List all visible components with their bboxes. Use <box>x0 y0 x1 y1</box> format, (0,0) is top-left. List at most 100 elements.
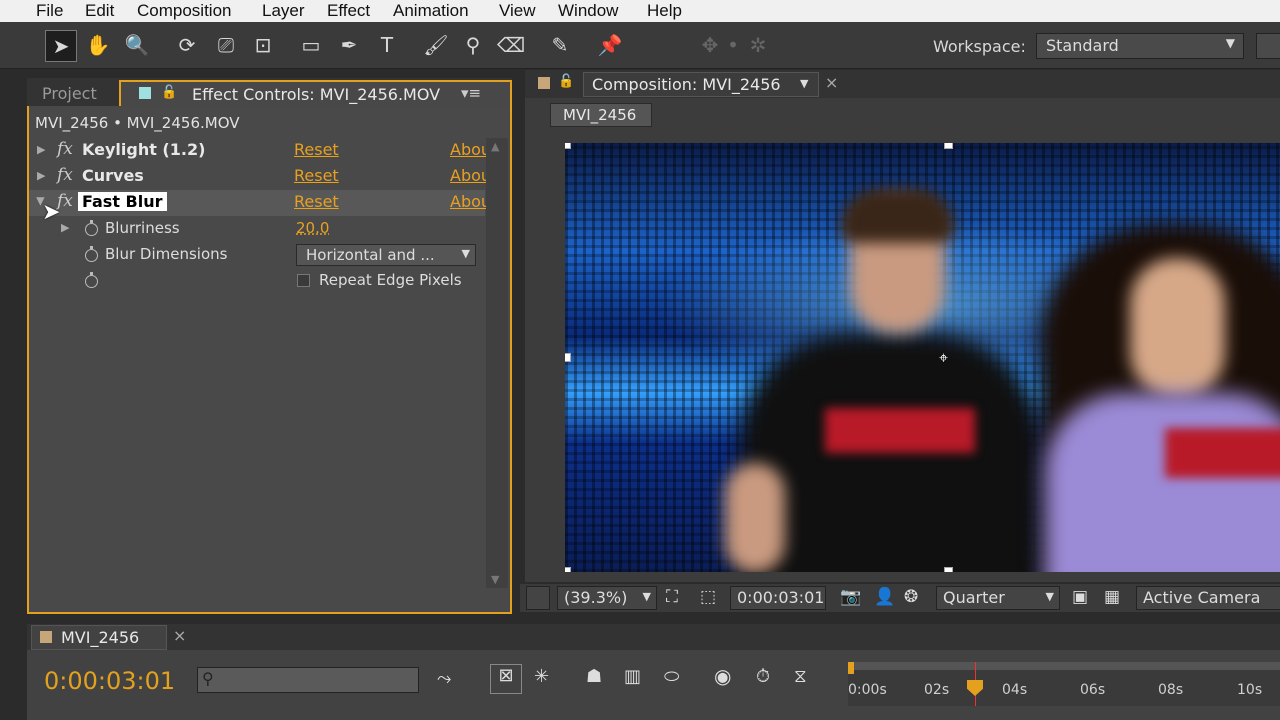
tab-effect-controls[interactable]: 🔓 Effect Controls: MVI_2456.MOV ▾≡ <box>119 80 512 106</box>
scroll-down-icon[interactable]: ▼ <box>491 573 499 586</box>
expand-triangle-icon[interactable]: ▶ <box>37 143 45 156</box>
zoom-tool-icon[interactable]: 🔍 <box>122 30 152 60</box>
comp-subtab[interactable]: MVI_2456 <box>550 103 652 127</box>
lock-icon[interactable]: 🔓 <box>161 85 177 100</box>
red-card-left <box>825 408 975 453</box>
rectangle-tool-icon[interactable]: ▭ <box>296 30 326 60</box>
effect-name[interactable]: Fast Blur <box>78 192 167 211</box>
anchor-point-icon[interactable]: ⌖ <box>939 348 948 368</box>
red-card-right <box>1165 428 1280 478</box>
stopwatch-icon[interactable] <box>85 246 98 262</box>
work-area-start-handle[interactable] <box>848 662 854 674</box>
menu-edit[interactable]: Edit <box>85 1 114 21</box>
camera-view-dropdown[interactable]: Active Camera <box>1136 586 1280 610</box>
reset-link[interactable]: Reset <box>294 192 339 211</box>
lock-icon[interactable]: 🔓 <box>558 74 574 89</box>
safe-zones-icon[interactable]: ⛶ <box>666 587 678 607</box>
menu-view[interactable]: View <box>499 1 536 21</box>
live-update-icon[interactable]: ⊠ <box>490 664 522 694</box>
time-ruler[interactable]: 0:00s 02s 04s 06s 08s 10s <box>848 662 1280 706</box>
channel-rgb-icon[interactable]: ❂ <box>904 587 918 607</box>
text-tool-icon[interactable]: T <box>372 30 402 60</box>
auto-keyframe-icon[interactable]: ⏱ <box>756 666 770 687</box>
effect-row-fast-blur[interactable]: ▶ fx Fast Blur Reset About... <box>29 190 486 216</box>
menu-window[interactable]: Window <box>558 1 618 21</box>
about-link[interactable]: About... <box>450 192 486 211</box>
hand-tool-icon[interactable]: ✋ <box>83 30 113 60</box>
tab-project[interactable]: Project <box>42 84 97 103</box>
transform-handle[interactable] <box>565 567 571 572</box>
graph-editor-icon[interactable]: ⧖ <box>794 666 807 687</box>
menu-file[interactable]: File <box>36 1 63 21</box>
figure-head-right <box>1130 258 1225 398</box>
clone-stamp-tool-icon[interactable]: ⚲ <box>458 30 488 60</box>
composition-viewer[interactable]: ⌖ <box>565 143 1280 572</box>
about-link[interactable]: About... <box>450 140 486 159</box>
transform-handle[interactable] <box>944 567 953 572</box>
transform-handle[interactable] <box>944 143 953 149</box>
menu-composition[interactable]: Composition <box>137 1 232 21</box>
comp-mini-flowchart-icon[interactable]: ⤳ <box>437 668 451 689</box>
timeline-tabs: MVI_2456 × <box>27 624 1280 650</box>
current-time-indicator-head[interactable] <box>967 680 983 696</box>
roto-brush-tool-icon[interactable]: ✎ <box>545 30 575 60</box>
search-help-icon[interactable] <box>1256 33 1280 59</box>
menu-animation[interactable]: Animation <box>393 1 469 21</box>
expand-triangle-icon[interactable]: ▶ <box>61 221 69 234</box>
magnification-dropdown[interactable]: (39.3%) ▼ <box>557 586 657 610</box>
pen-tool-icon[interactable]: ✒ <box>334 30 364 60</box>
blurriness-value[interactable]: 20.0 <box>296 219 329 237</box>
effect-row-curves[interactable]: ▶ fx Curves Reset About... <box>29 164 486 190</box>
draft-3d-icon[interactable]: ✳ <box>534 666 549 687</box>
about-link[interactable]: About... <box>450 166 486 185</box>
effect-row-keylight[interactable]: ▶ fx Keylight (1.2) Reset About... <box>29 138 486 164</box>
menu-help[interactable]: Help <box>647 1 682 21</box>
scroll-up-icon[interactable]: ▲ <box>491 140 499 153</box>
hide-shy-layers-icon[interactable]: ☗ <box>586 666 602 687</box>
brainstorm-icon[interactable]: ◉ <box>714 664 731 688</box>
vertical-scrollbar[interactable]: ▲ ▼ <box>486 138 508 588</box>
tab-composition[interactable]: Composition: MVI_2456 ▼ <box>583 72 819 97</box>
mask-visibility-icon[interactable]: ⬚ <box>700 587 716 607</box>
brush-tool-icon[interactable]: 🖌 <box>421 30 451 60</box>
show-snapshot-icon[interactable]: 👤 <box>874 587 895 607</box>
fx-icon[interactable]: fx <box>57 165 73 185</box>
region-of-interest-icon[interactable]: ▣ <box>1072 587 1088 607</box>
reset-link[interactable]: Reset <box>294 140 339 159</box>
always-preview-icon[interactable] <box>526 586 550 610</box>
stopwatch-icon[interactable] <box>85 220 98 236</box>
resolution-dropdown[interactable]: Quarter ▼ <box>936 586 1060 610</box>
fx-icon[interactable]: fx <box>57 139 73 159</box>
close-icon[interactable]: × <box>825 73 838 92</box>
tab-timeline[interactable]: MVI_2456 <box>31 625 167 650</box>
expand-triangle-icon[interactable]: ▶ <box>37 169 45 182</box>
frame-blending-icon[interactable]: ▥ <box>624 666 641 687</box>
panel-menu-icon[interactable]: ▾≡ <box>461 84 481 102</box>
blur-dimensions-dropdown[interactable]: Horizontal and ... ▼ <box>296 244 476 266</box>
menu-effect[interactable]: Effect <box>327 1 370 21</box>
timeline-current-time[interactable]: 0:00:03:01 <box>44 667 175 695</box>
eraser-tool-icon[interactable]: ⌫ <box>496 30 526 60</box>
chevron-down-icon[interactable]: ▼ <box>800 77 808 90</box>
workspace-select[interactable]: Standard ▼ <box>1036 33 1244 59</box>
menu-layer[interactable]: Layer <box>262 1 305 21</box>
snapshot-camera-icon[interactable]: 📷 <box>840 587 861 607</box>
current-time-field[interactable]: 0:00:03:01 <box>730 586 826 610</box>
rotate-tool-icon[interactable]: ⟳ <box>172 30 202 60</box>
reset-link[interactable]: Reset <box>294 166 339 185</box>
pan-behind-tool-icon[interactable]: ⊡ <box>248 30 278 60</box>
transform-handle[interactable] <box>565 143 571 149</box>
work-area-bar[interactable] <box>852 662 1280 670</box>
stopwatch-icon[interactable] <box>85 272 98 288</box>
timeline-search-input[interactable]: ⚲ <box>197 667 419 693</box>
selection-tool-icon[interactable]: ➤ <box>45 30 77 62</box>
close-icon[interactable]: × <box>173 626 186 645</box>
transform-handle[interactable] <box>565 353 571 362</box>
motion-blur-icon[interactable]: ⬭ <box>664 666 679 687</box>
param-label: Blur Dimensions <box>105 245 228 263</box>
puppet-pin-tool-icon[interactable]: 📌 <box>595 30 625 60</box>
repeat-edge-checkbox[interactable] <box>297 274 310 287</box>
camera-tool-icon[interactable]: ⎚ <box>211 30 241 60</box>
transparency-grid-icon[interactable]: ▦ <box>1104 587 1120 607</box>
left-panel-tabs: Project 🔓 Effect Controls: MVI_2456.MOV … <box>27 78 512 106</box>
